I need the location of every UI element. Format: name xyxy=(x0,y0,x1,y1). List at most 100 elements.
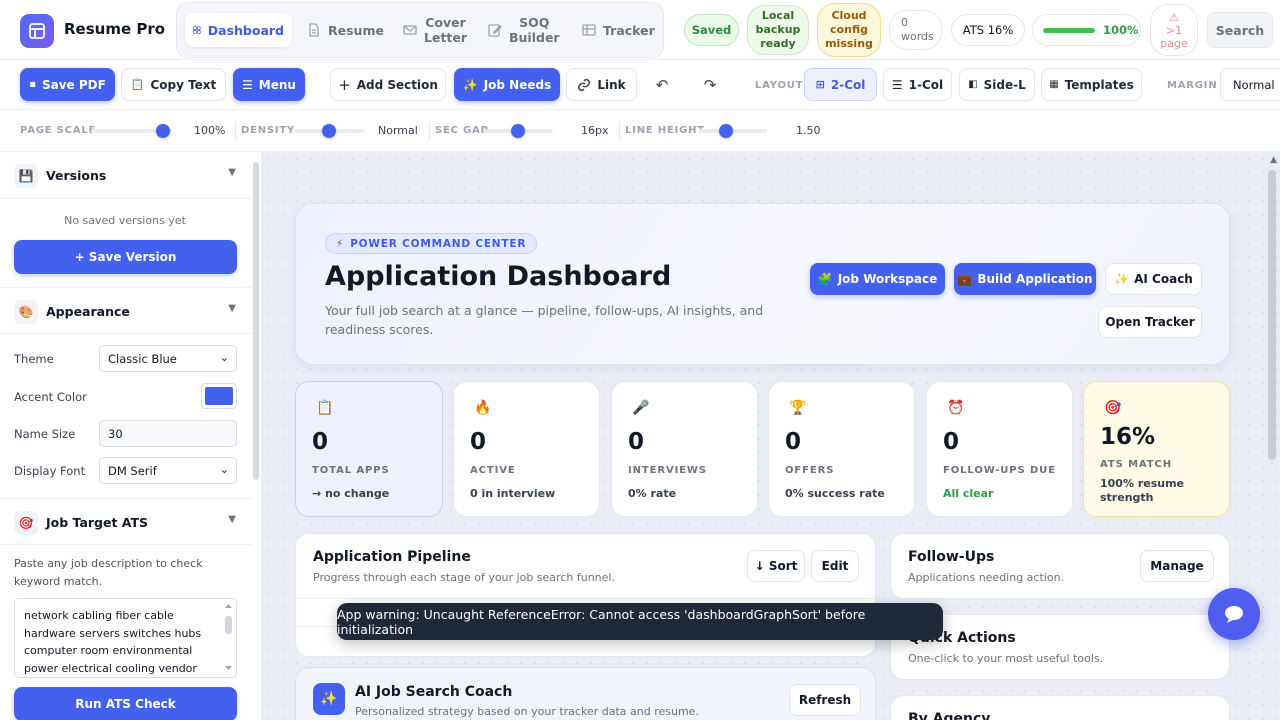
menu-button[interactable]: ☰ Menu xyxy=(233,68,305,101)
quick-actions-subtitle: One-click to your most useful tools. xyxy=(908,652,1104,665)
scroll-up-arrow-icon[interactable]: ▲ xyxy=(1270,155,1277,165)
density-handle[interactable] xyxy=(322,124,336,138)
hero-badge-label: POWER COMMAND CENTER xyxy=(350,237,527,250)
name-size-label: Name Size xyxy=(14,427,76,441)
save-pdf-button[interactable]: ▪ Save PDF xyxy=(20,68,115,101)
layout-one-col-label: 1-Col xyxy=(908,77,944,92)
margin-select[interactable]: Normal xyxy=(1220,68,1280,101)
link-button[interactable]: Link xyxy=(566,68,637,101)
divider xyxy=(296,598,875,599)
fire-icon: 🔥 xyxy=(474,400,492,416)
tab-dashboard[interactable]: Dashboard xyxy=(185,13,292,47)
local-backup-line1: Local xyxy=(761,9,795,22)
build-application-label: Build Application xyxy=(977,272,1093,286)
line-height-slider[interactable] xyxy=(699,129,767,133)
textarea-scrollbar[interactable] xyxy=(224,602,233,672)
edit-button[interactable]: Edit xyxy=(811,550,859,582)
job-needs-button[interactable]: ✨ Job Needs xyxy=(454,68,560,101)
layout-two-col-button[interactable]: ⊞ 2-Col xyxy=(804,68,877,101)
stat-value: 16% xyxy=(1100,424,1156,450)
layout-two-col-label: 2-Col xyxy=(830,77,866,92)
local-backup-line2: backup xyxy=(755,23,801,36)
open-tracker-button[interactable]: Open Tracker xyxy=(1098,306,1202,338)
accent-color-label: Accent Color xyxy=(14,390,87,404)
tab-resume-label: Resume xyxy=(328,22,384,38)
no-versions-text: No saved versions yet xyxy=(64,214,186,227)
word-count-label: words xyxy=(901,30,934,43)
stat-card-active[interactable]: 🔥 0 ACTIVE 0 in interview xyxy=(453,381,600,517)
theme-select[interactable]: Classic Blue ⌄ xyxy=(99,345,237,372)
layout-one-col-button[interactable]: ☰ 1-Col xyxy=(883,68,952,101)
stat-card-offers[interactable]: 🏆 0 OFFERS 0% success rate xyxy=(768,381,915,517)
page-length-warning-badge[interactable]: ⚠ >1 page xyxy=(1150,4,1198,56)
section-gap-value: 16px xyxy=(581,124,609,137)
pipeline-subtitle: Progress through each stage of your job … xyxy=(313,571,615,584)
tab-tracker-label: Tracker xyxy=(603,22,655,38)
pipeline-title: Application Pipeline xyxy=(313,549,471,565)
undo-button[interactable]: ↶ xyxy=(646,68,678,101)
chat-assistant-button[interactable] xyxy=(1208,588,1260,640)
job-workspace-button[interactable]: 🧩 Job Workspace xyxy=(810,263,945,295)
ats-score-badge: ATS 16% xyxy=(951,14,1025,46)
dashboard-hero: ⚡ POWER COMMAND CENTER Application Dashb… xyxy=(295,203,1230,365)
run-ats-check-button[interactable]: Run ATS Check xyxy=(14,687,237,720)
layout-side-l-button[interactable]: ◧ Side-L xyxy=(959,68,1035,101)
page-scale-handle[interactable] xyxy=(156,124,170,138)
sparkle-icon: ✨ xyxy=(1114,272,1130,286)
density-value: Normal xyxy=(378,124,418,137)
line-height-handle[interactable] xyxy=(719,124,733,138)
page-warning-line1: >1 xyxy=(1165,23,1183,37)
palette-icon: 🎨 xyxy=(14,300,38,324)
sidebar-scrollbar[interactable] xyxy=(253,162,259,480)
job-description-textarea[interactable]: network cabling fiber cable hardware ser… xyxy=(14,598,237,678)
versions-section-header[interactable]: 💾 Versions ▼ xyxy=(0,152,252,199)
stat-card-ats-match[interactable]: 🎯 16% ATS MATCH 100% resume strength xyxy=(1083,381,1230,517)
trophy-icon: 🏆 xyxy=(789,400,807,416)
tab-resume[interactable]: Resume xyxy=(299,13,392,47)
tab-cover-letter[interactable]: Cover Letter xyxy=(395,13,475,47)
word-count-value: 0 xyxy=(901,16,908,29)
alarm-clock-icon: ⏰ xyxy=(947,400,965,416)
copy-text-label: Copy Text xyxy=(150,77,217,92)
build-application-button[interactable]: 💼 Build Application xyxy=(954,263,1096,295)
save-version-button[interactable]: + Save Version xyxy=(14,240,237,274)
templates-button[interactable]: ▦ Templates xyxy=(1041,68,1142,101)
name-size-input[interactable]: 30 xyxy=(99,420,237,447)
sort-button[interactable]: ↓ Sort xyxy=(747,550,805,582)
cloud-config-badge[interactable]: Cloud config missing xyxy=(817,3,881,57)
stat-card-total-apps[interactable]: 📋 0 TOTAL APPS → no change xyxy=(295,381,443,517)
add-section-button[interactable]: + Add Section xyxy=(330,68,446,101)
ai-coach-label: AI Coach xyxy=(1134,272,1193,286)
page-warning-line2: page xyxy=(1160,36,1188,50)
appearance-section-header[interactable]: 🎨 Appearance ▼ xyxy=(0,287,252,334)
follow-ups-card: Follow-Ups Applications needing action. … xyxy=(890,533,1230,599)
stat-card-follow-ups-due[interactable]: ⏰ 0 FOLLOW-UPS DUE All clear xyxy=(926,381,1073,517)
divider xyxy=(429,122,430,140)
grid-icon: ⊞ xyxy=(815,78,825,91)
stat-label: TOTAL APPS xyxy=(312,465,390,476)
divider xyxy=(619,122,620,140)
section-gap-handle[interactable] xyxy=(511,124,525,138)
job-target-ats-section-header[interactable]: 🎯 Job Target ATS ▼ xyxy=(0,498,252,545)
main-scrollbar[interactable] xyxy=(1268,170,1276,460)
redo-button[interactable]: ↷ xyxy=(694,68,726,101)
stat-value: 0 xyxy=(785,429,802,455)
job-description-line: power electrical cooling vendor xyxy=(24,661,197,675)
tab-cover-letter-line1: Cover xyxy=(425,15,466,30)
refresh-button[interactable]: Refresh xyxy=(789,684,861,716)
stat-card-interviews[interactable]: 🎤 0 INTERVIEWS 0% rate xyxy=(611,381,758,517)
section-gap-label: SEC GAP xyxy=(435,125,489,136)
layout-label: LAYOUT xyxy=(755,80,804,91)
tab-soq-builder[interactable]: SOQ Builder xyxy=(480,13,568,47)
display-font-select[interactable]: DM Serif ⌄ xyxy=(99,457,237,484)
accent-color-picker[interactable] xyxy=(201,383,237,409)
ai-coach-button[interactable]: ✨ AI Coach xyxy=(1105,263,1202,295)
search-button[interactable]: Search xyxy=(1207,12,1273,48)
tab-dashboard-label: Dashboard xyxy=(207,22,284,38)
warning-icon: ⚠ xyxy=(1169,10,1179,24)
copy-text-button[interactable]: 📋 Copy Text xyxy=(121,68,226,101)
manage-button[interactable]: Manage xyxy=(1140,550,1214,582)
stat-label: ACTIVE xyxy=(470,465,516,476)
tab-tracker[interactable]: Tracker xyxy=(574,13,663,47)
table-icon xyxy=(582,24,596,36)
